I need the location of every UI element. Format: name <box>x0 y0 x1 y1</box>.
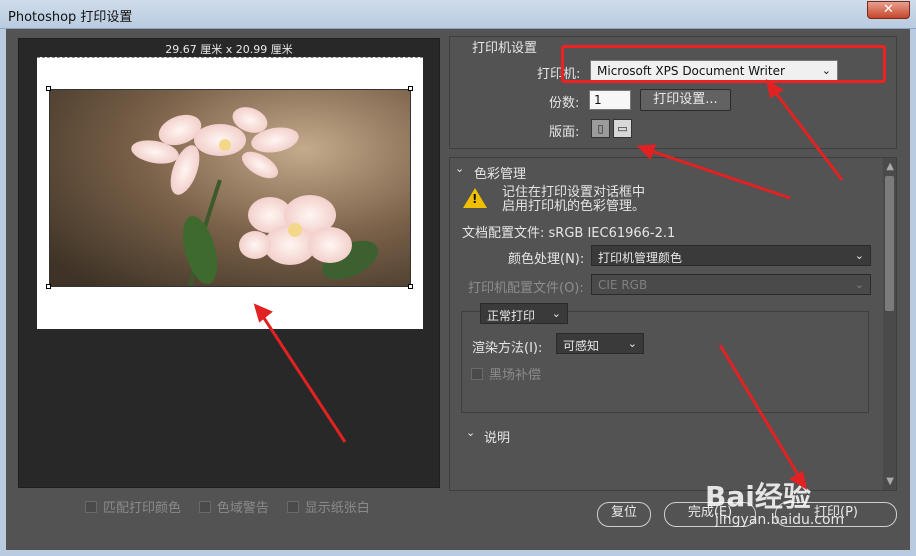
annotation-arrows <box>253 78 844 491</box>
